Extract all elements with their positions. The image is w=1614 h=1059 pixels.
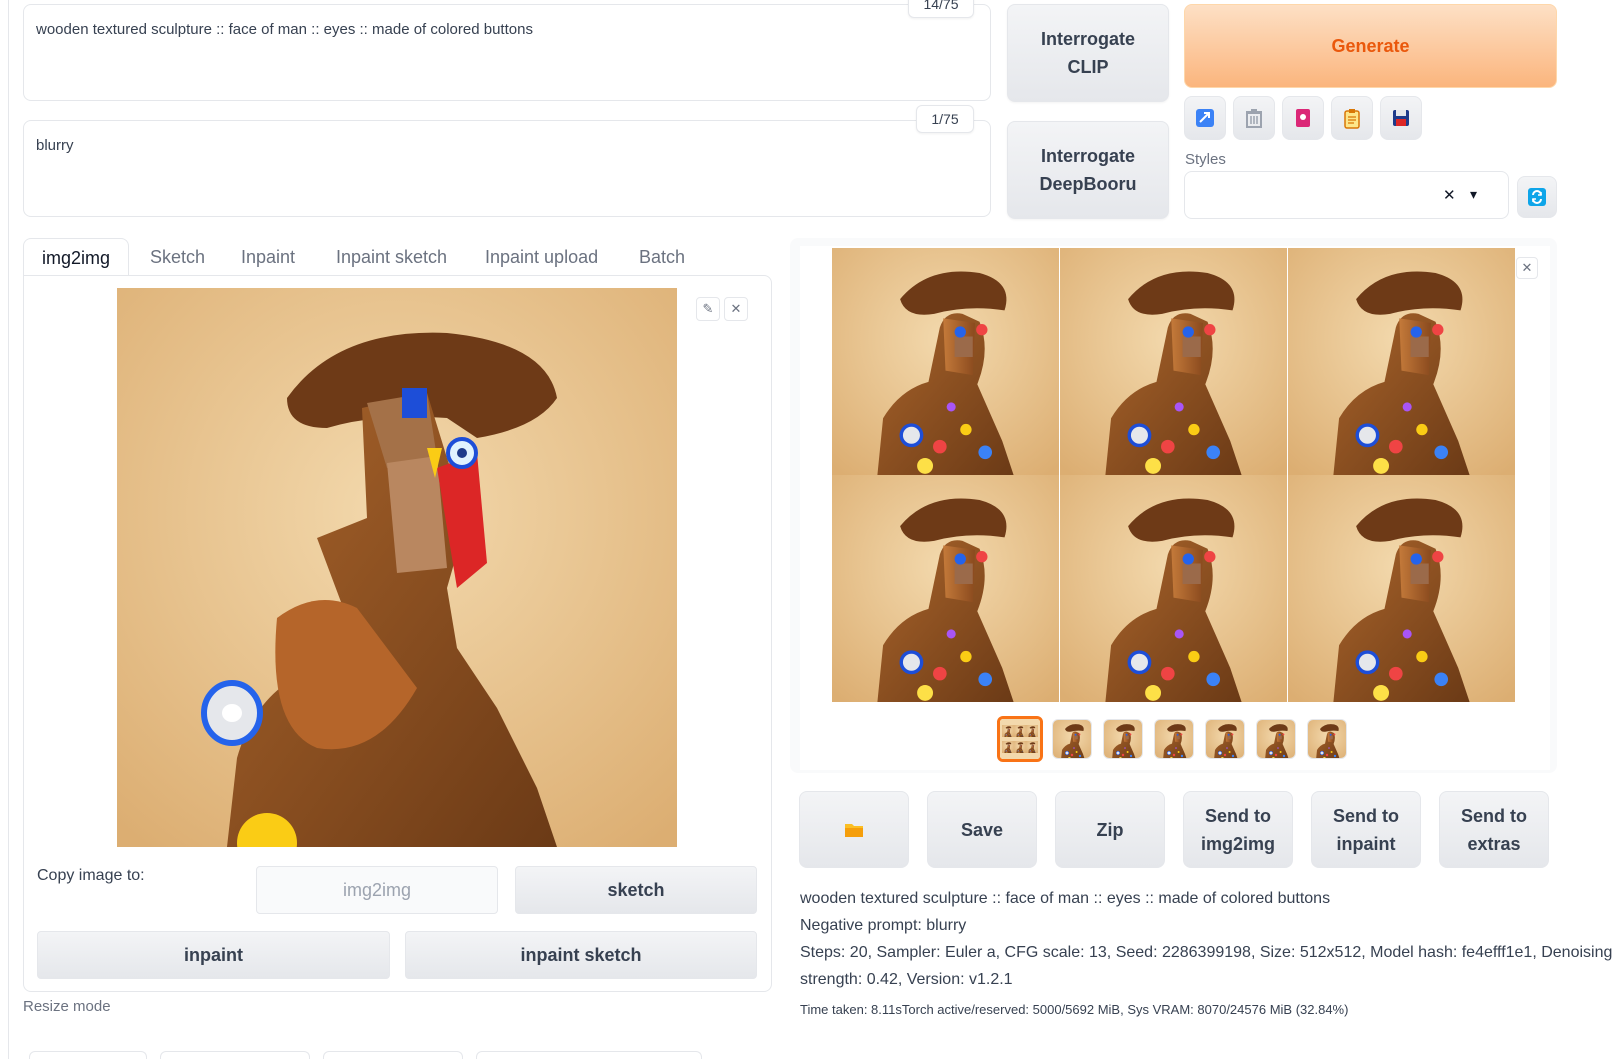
send-to-extras-label-1: Send to [1461, 805, 1527, 826]
resize-option-1[interactable] [29, 1051, 147, 1059]
interrogate-clip-label-1: Interrogate [1040, 29, 1136, 49]
negative-prompt-textarea[interactable]: blurry [23, 120, 991, 217]
thumbnail-2[interactable] [1103, 719, 1143, 759]
styles-dropdown[interactable]: ✕ ▾ [1184, 171, 1509, 219]
generate-button[interactable]: Generate [1184, 4, 1557, 88]
tab-inpaint[interactable]: Inpaint [223, 238, 313, 276]
styles-clear-icon[interactable]: ✕ [1443, 186, 1456, 204]
send-to-extras-label-2: extras [1467, 833, 1521, 854]
refresh-styles-button[interactable] [1517, 176, 1557, 218]
refresh-icon [1528, 188, 1546, 206]
clear-prompt-button[interactable] [1233, 96, 1275, 140]
resize-mode-label: Resize mode [23, 998, 111, 1015]
read-params-button[interactable] [1184, 96, 1226, 140]
send-to-extras-button[interactable]: Send to extras [1439, 791, 1549, 868]
thumbnail-2-image [1104, 720, 1143, 759]
thumbnail-grid[interactable] [997, 716, 1043, 762]
info-negative-prompt: Negative prompt: blurry [800, 917, 967, 934]
thumbnail-4-image [1206, 720, 1245, 759]
thumbnail-grid-image [1000, 719, 1040, 759]
thumbnail-1[interactable] [1052, 719, 1092, 759]
left-divider [8, 0, 9, 1059]
thumbnail-4[interactable] [1205, 719, 1245, 759]
tab-inpaint-upload[interactable]: Inpaint upload [467, 238, 616, 276]
copy-image-label: Copy image to: [37, 867, 145, 884]
tab-batch[interactable]: Batch [621, 238, 703, 276]
info-params-1: Steps: 20, Sampler: Euler a, CFG scale: … [800, 944, 1613, 961]
send-to-img2img-label-1: Send to [1205, 805, 1271, 826]
pencil-icon: ✎ [702, 301, 714, 316]
negative-token-counter: 1/75 [916, 105, 974, 133]
send-to-inpaint-button[interactable]: Send to inpaint [1311, 791, 1421, 868]
floppy-disk-icon [1393, 110, 1409, 126]
zip-button[interactable]: Zip [1055, 791, 1165, 868]
info-prompt: wooden textured sculpture :: face of man… [800, 890, 1331, 907]
input-image-canvas [117, 288, 677, 873]
send-to-img2img-label-2: img2img [1200, 833, 1275, 854]
input-image[interactable] [117, 288, 677, 873]
img2img-tabs: img2img Sketch Inpaint Inpaint sketch In… [23, 238, 773, 276]
open-folder-button[interactable] [799, 791, 909, 868]
tab-inpaint-sketch[interactable]: Inpaint sketch [318, 238, 465, 276]
positive-token-counter: 14/75 [908, 0, 974, 18]
thumbnail-3[interactable] [1154, 719, 1194, 759]
generation-info: wooden textured sculpture :: face of man… [800, 885, 1613, 993]
negative-prompt-text: blurry [36, 137, 74, 154]
styles-label: Styles [1185, 151, 1226, 168]
output-grid-canvas [832, 248, 1515, 702]
close-icon: ✕ [1521, 260, 1533, 275]
tab-img2img[interactable]: img2img [23, 238, 130, 276]
interrogate-clip-button[interactable]: Interrogate CLIP [1007, 4, 1169, 102]
thumbnail-1-image [1053, 720, 1092, 759]
interrogate-deepbooru-button[interactable]: Interrogate DeepBooru [1007, 121, 1169, 219]
send-to-inpaint-label-2: inpaint [1336, 833, 1396, 854]
copy-to-sketch-button[interactable]: sketch [515, 866, 757, 914]
info-params-2: strength: 0.42, Version: v1.2.1 [800, 971, 1013, 988]
save-style-button[interactable] [1380, 96, 1422, 140]
positive-prompt-text: wooden textured sculpture :: face of man… [36, 21, 533, 38]
thumbnail-5[interactable] [1256, 719, 1296, 759]
close-gallery-button[interactable]: ✕ [1516, 257, 1538, 279]
thumbnail-5-image [1257, 720, 1296, 759]
extra-networks-button[interactable] [1282, 96, 1324, 140]
save-button[interactable]: Save [927, 791, 1037, 868]
thumbnail-6[interactable] [1307, 719, 1347, 759]
thumbnail-3-image [1155, 720, 1194, 759]
resize-option-4[interactable] [476, 1051, 702, 1059]
picture-icon [1296, 109, 1310, 127]
thumbnail-6-image [1308, 720, 1347, 759]
close-icon: ✕ [730, 301, 742, 316]
send-to-img2img-button[interactable]: Send to img2img [1183, 791, 1293, 868]
trash-icon [1246, 109, 1262, 128]
time-taken: Time taken: 8.11sTorch active/reserved: … [800, 1002, 1349, 1017]
output-grid-image[interactable] [832, 248, 1515, 702]
interrogate-deepbooru-label-1: Interrogate [1040, 146, 1136, 166]
send-to-inpaint-label-1: Send to [1333, 805, 1399, 826]
interrogate-deepbooru-label-2: DeepBooru [1039, 174, 1137, 194]
resize-option-2[interactable] [160, 1051, 310, 1059]
folder-icon [845, 823, 863, 837]
resize-option-3[interactable] [323, 1051, 463, 1059]
copy-to-inpaint-sketch-button[interactable]: inpaint sketch [405, 931, 757, 979]
apply-style-button[interactable] [1331, 96, 1373, 140]
arrow-check-icon [1196, 109, 1214, 127]
positive-prompt-textarea[interactable]: wooden textured sculpture :: face of man… [23, 4, 991, 101]
chevron-down-icon[interactable]: ▾ [1470, 186, 1477, 203]
interrogate-clip-label-2: CLIP [1067, 57, 1109, 77]
clipboard-icon [1344, 109, 1360, 129]
clear-image-button[interactable]: ✕ [724, 297, 748, 321]
copy-to-img2img-button[interactable]: img2img [256, 866, 498, 914]
edit-image-button[interactable]: ✎ [696, 297, 720, 321]
thumbnail-strip [997, 716, 1357, 762]
copy-to-inpaint-button[interactable]: inpaint [37, 931, 390, 979]
tab-sketch[interactable]: Sketch [132, 238, 223, 276]
